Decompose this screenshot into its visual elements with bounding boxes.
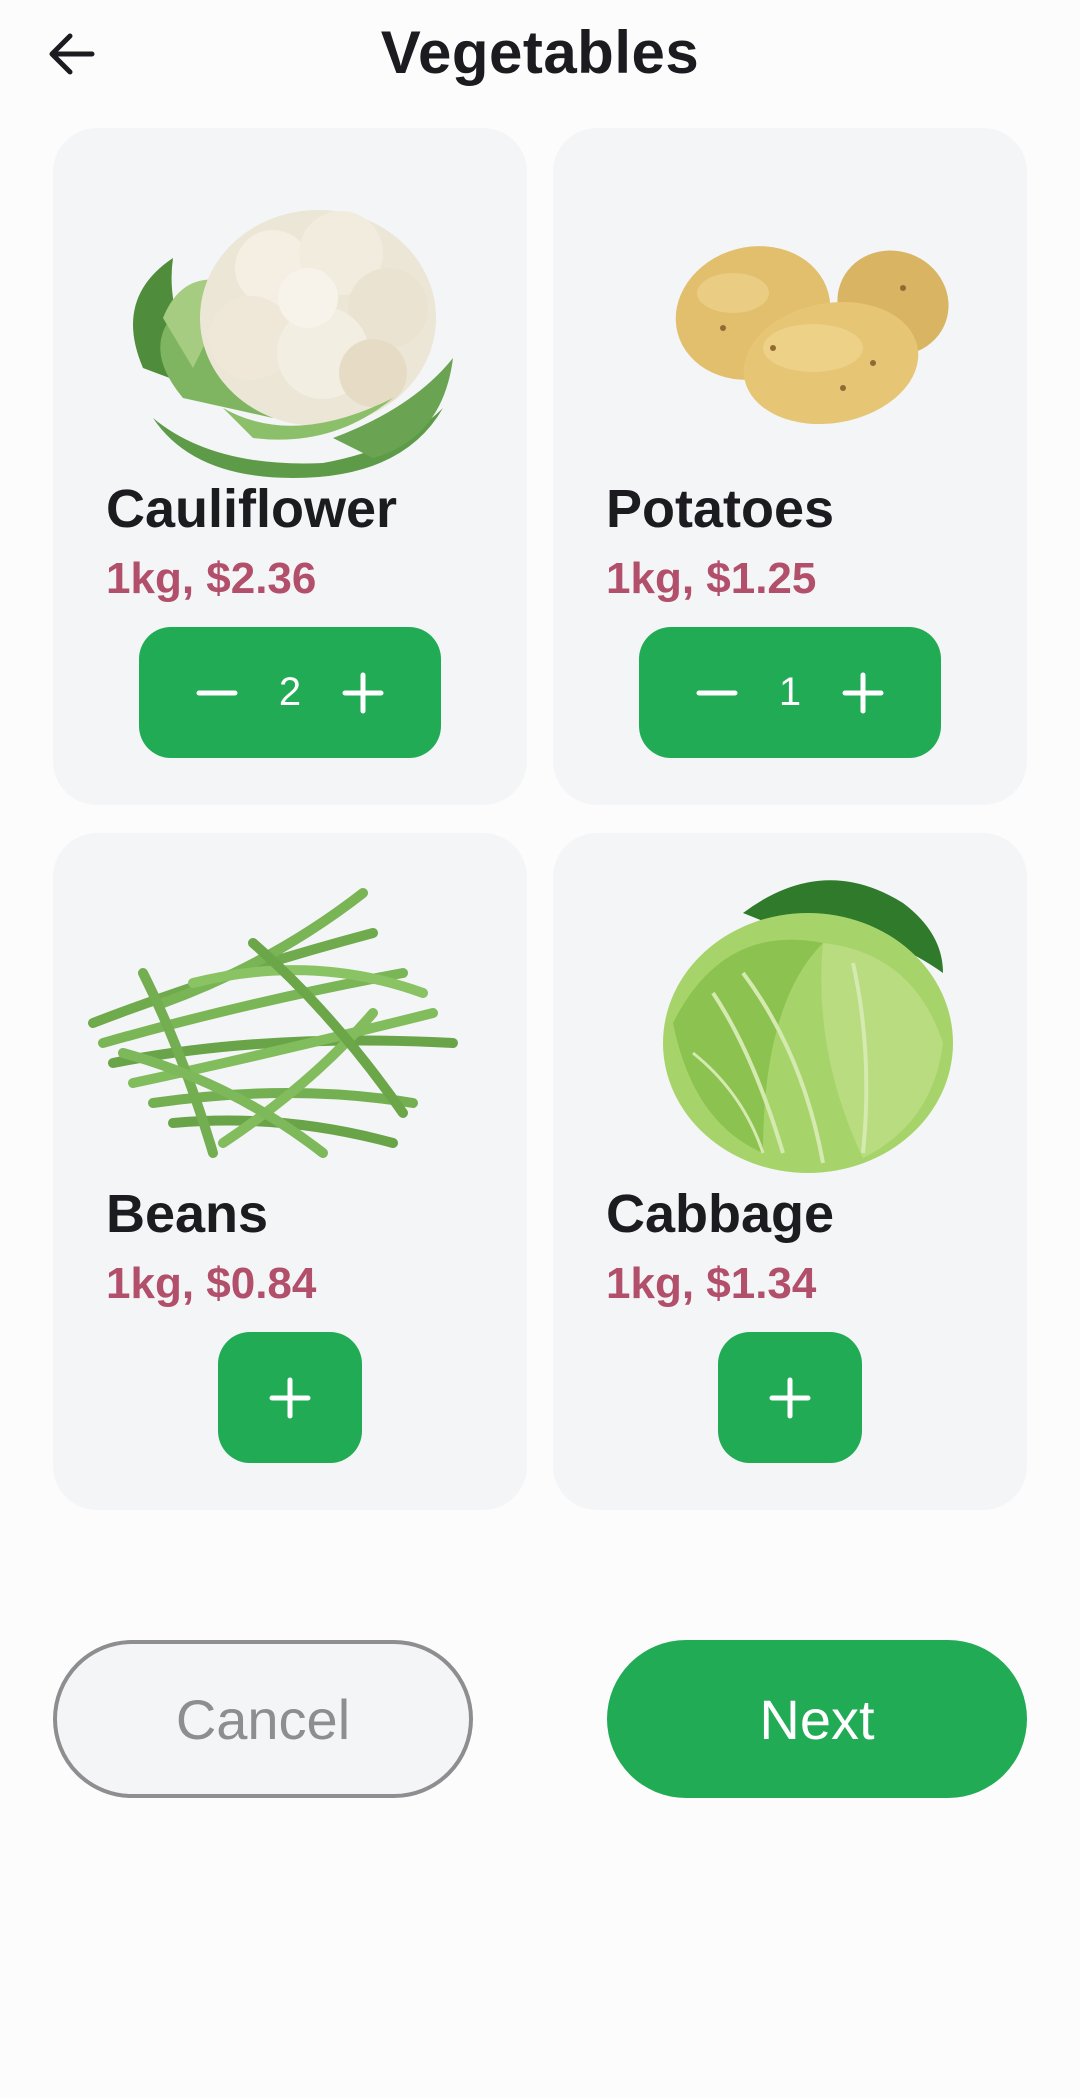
product-name: Cabbage (606, 1184, 835, 1244)
product-name: Cauliflower (106, 479, 398, 539)
beans-image (73, 853, 507, 1183)
plus-icon (269, 1377, 311, 1418)
product-price: 1kg, $1.25 (606, 554, 817, 603)
app-header: Vegetables (0, 0, 1080, 115)
next-button[interactable]: Next (607, 1640, 1027, 1798)
product-card-cabbage[interactable]: Cabbage 1kg, $1.34 (553, 833, 1027, 1510)
potatoes-image (573, 148, 1007, 478)
product-name: Beans (106, 1184, 269, 1244)
add-to-cart-button[interactable] (218, 1332, 362, 1463)
product-price: 1kg, $2.36 (106, 554, 317, 603)
increment-button[interactable] (325, 655, 401, 731)
add-to-cart-button[interactable] (718, 1332, 862, 1463)
cauliflower-image (73, 148, 507, 478)
cancel-button[interactable]: Cancel (53, 1640, 473, 1798)
page-title: Vegetables (380, 19, 700, 86)
minus-icon (696, 690, 738, 695)
decrement-button[interactable] (679, 655, 755, 731)
product-name: Potatoes (606, 479, 835, 539)
increment-button[interactable] (825, 655, 901, 731)
product-card-potatoes[interactable]: Potatoes 1kg, $1.25 1 (553, 128, 1027, 805)
quantity-value: 2 (278, 670, 302, 714)
product-card-cauliflower[interactable]: Cauliflower 1kg, $2.36 2 (53, 128, 527, 805)
quantity-value: 1 (778, 670, 802, 714)
plus-icon (342, 672, 384, 713)
decrement-button[interactable] (179, 655, 255, 731)
quantity-stepper: 1 (639, 627, 941, 758)
minus-icon (196, 690, 238, 695)
product-card-beans[interactable]: Beans 1kg, $0.84 (53, 833, 527, 1510)
quantity-stepper: 2 (139, 627, 441, 758)
cabbage-image (573, 853, 1007, 1183)
product-price: 1kg, $1.34 (606, 1259, 817, 1308)
plus-icon (769, 1377, 811, 1418)
product-price: 1kg, $0.84 (106, 1259, 317, 1308)
plus-icon (842, 672, 884, 713)
